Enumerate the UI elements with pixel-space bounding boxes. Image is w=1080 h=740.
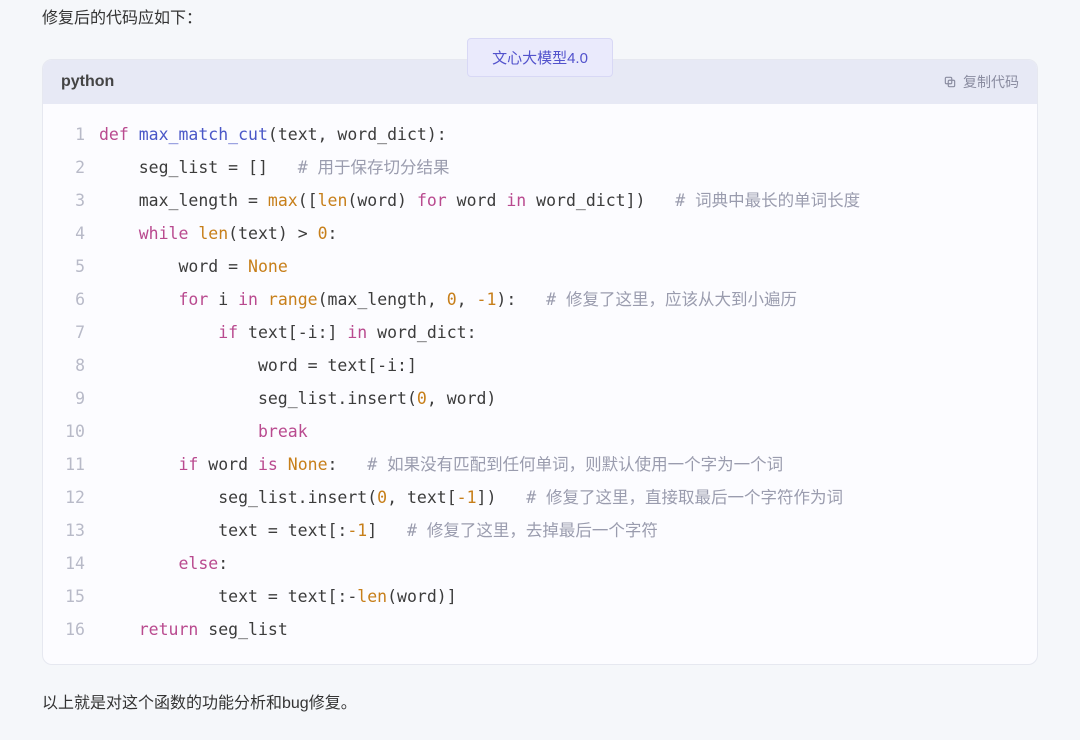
code-line: if word is None: # 如果没有匹配到任何单词，则默认使用一个字为…	[99, 448, 1019, 481]
code-body: 12345678910111213141516 def max_match_cu…	[43, 104, 1037, 664]
code-line: return seg_list	[99, 613, 1019, 646]
line-number: 7	[63, 316, 85, 349]
line-number: 3	[63, 184, 85, 217]
code-block: python 复制代码 12345678910111213141516 def …	[42, 59, 1038, 665]
line-number: 12	[63, 481, 85, 514]
code-line: else:	[99, 547, 1019, 580]
article-body: 修复后的代码应如下： 文心大模型4.0 python 复制代码 12345678…	[0, 0, 1080, 725]
code-line: seg_list.insert(0, word)	[99, 382, 1019, 415]
line-number: 14	[63, 547, 85, 580]
model-badge: 文心大模型4.0	[467, 38, 613, 77]
intro-text: 修复后的代码应如下：	[42, 0, 1038, 38]
line-number-gutter: 12345678910111213141516	[43, 118, 99, 646]
line-number: 4	[63, 217, 85, 250]
code-line: while len(text) > 0:	[99, 217, 1019, 250]
code-line: break	[99, 415, 1019, 448]
code-line: if text[-i:] in word_dict:	[99, 316, 1019, 349]
code-line: def max_match_cut(text, word_dict):	[99, 118, 1019, 151]
line-number: 13	[63, 514, 85, 547]
code-line: word = None	[99, 250, 1019, 283]
line-number: 16	[63, 613, 85, 646]
line-number: 11	[63, 448, 85, 481]
code-line: seg_list = [] # 用于保存切分结果	[99, 151, 1019, 184]
code-line: text = text[:-len(word)]	[99, 580, 1019, 613]
line-number: 10	[63, 415, 85, 448]
code-line: max_length = max([len(word) for word in …	[99, 184, 1019, 217]
code-line: word = text[-i:]	[99, 349, 1019, 382]
code-line: for i in range(max_length, 0, -1): # 修复了…	[99, 283, 1019, 316]
copy-icon	[943, 75, 957, 89]
line-number: 15	[63, 580, 85, 613]
line-number: 1	[63, 118, 85, 151]
model-badge-wrap: 文心大模型4.0	[42, 38, 1038, 77]
line-number: 9	[63, 382, 85, 415]
line-number: 5	[63, 250, 85, 283]
code-line: text = text[:-1] # 修复了这里，去掉最后一个字符	[99, 514, 1019, 547]
code-content[interactable]: def max_match_cut(text, word_dict): seg_…	[99, 118, 1037, 646]
line-number: 6	[63, 283, 85, 316]
code-line: seg_list.insert(0, text[-1]) # 修复了这里，直接取…	[99, 481, 1019, 514]
line-number: 8	[63, 349, 85, 382]
line-number: 2	[63, 151, 85, 184]
outro-text: 以上就是对这个函数的功能分析和bug修复。	[42, 685, 1038, 725]
